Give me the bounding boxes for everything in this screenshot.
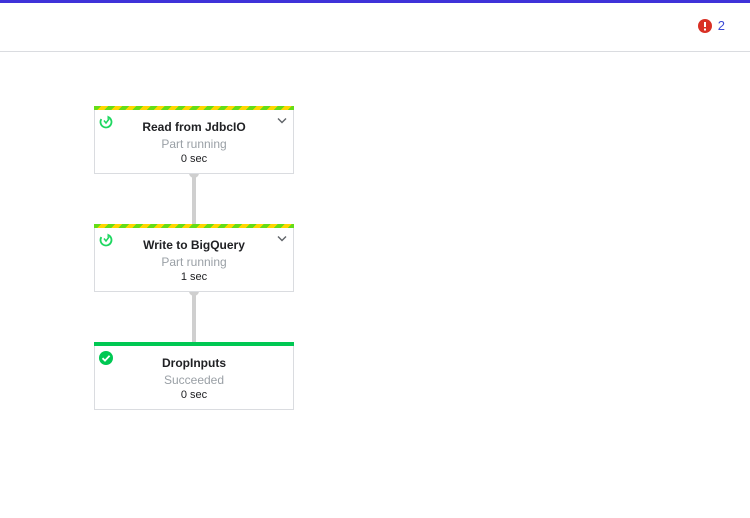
running-status-bar	[94, 224, 294, 228]
node-time: 1 sec	[180, 271, 208, 283]
graph-node-write-to-bigquery[interactable]: Write to BigQuery Part running 1 sec	[94, 224, 294, 292]
node-name: Read from JdbcIO	[142, 120, 246, 134]
node-status: Part running	[161, 137, 227, 151]
pipeline-graph-canvas: Read from JdbcIO Part running 0 sec Writ…	[0, 52, 750, 518]
node-name: DropInputs	[162, 356, 226, 370]
graph-node-read-from-jdbcio[interactable]: Read from JdbcIO Part running 0 sec	[94, 106, 294, 174]
error-indicator[interactable]: 2	[697, 18, 725, 33]
graph-edge	[192, 173, 196, 225]
node-time: 0 sec	[180, 389, 208, 401]
running-status-bar	[94, 106, 294, 110]
node-name: Write to BigQuery	[143, 238, 245, 252]
graph-node-dropinputs[interactable]: DropInputs Succeeded 0 sec	[94, 342, 294, 410]
graph-edge	[192, 291, 196, 343]
succeeded-status-bar	[94, 342, 294, 346]
node-status: Succeeded	[163, 373, 225, 387]
job-graph-header: 2	[0, 3, 750, 52]
error-circle-icon	[697, 19, 712, 33]
error-count: 2	[717, 18, 725, 33]
node-time: 0 sec	[180, 153, 208, 165]
node-status: Part running	[161, 255, 227, 269]
